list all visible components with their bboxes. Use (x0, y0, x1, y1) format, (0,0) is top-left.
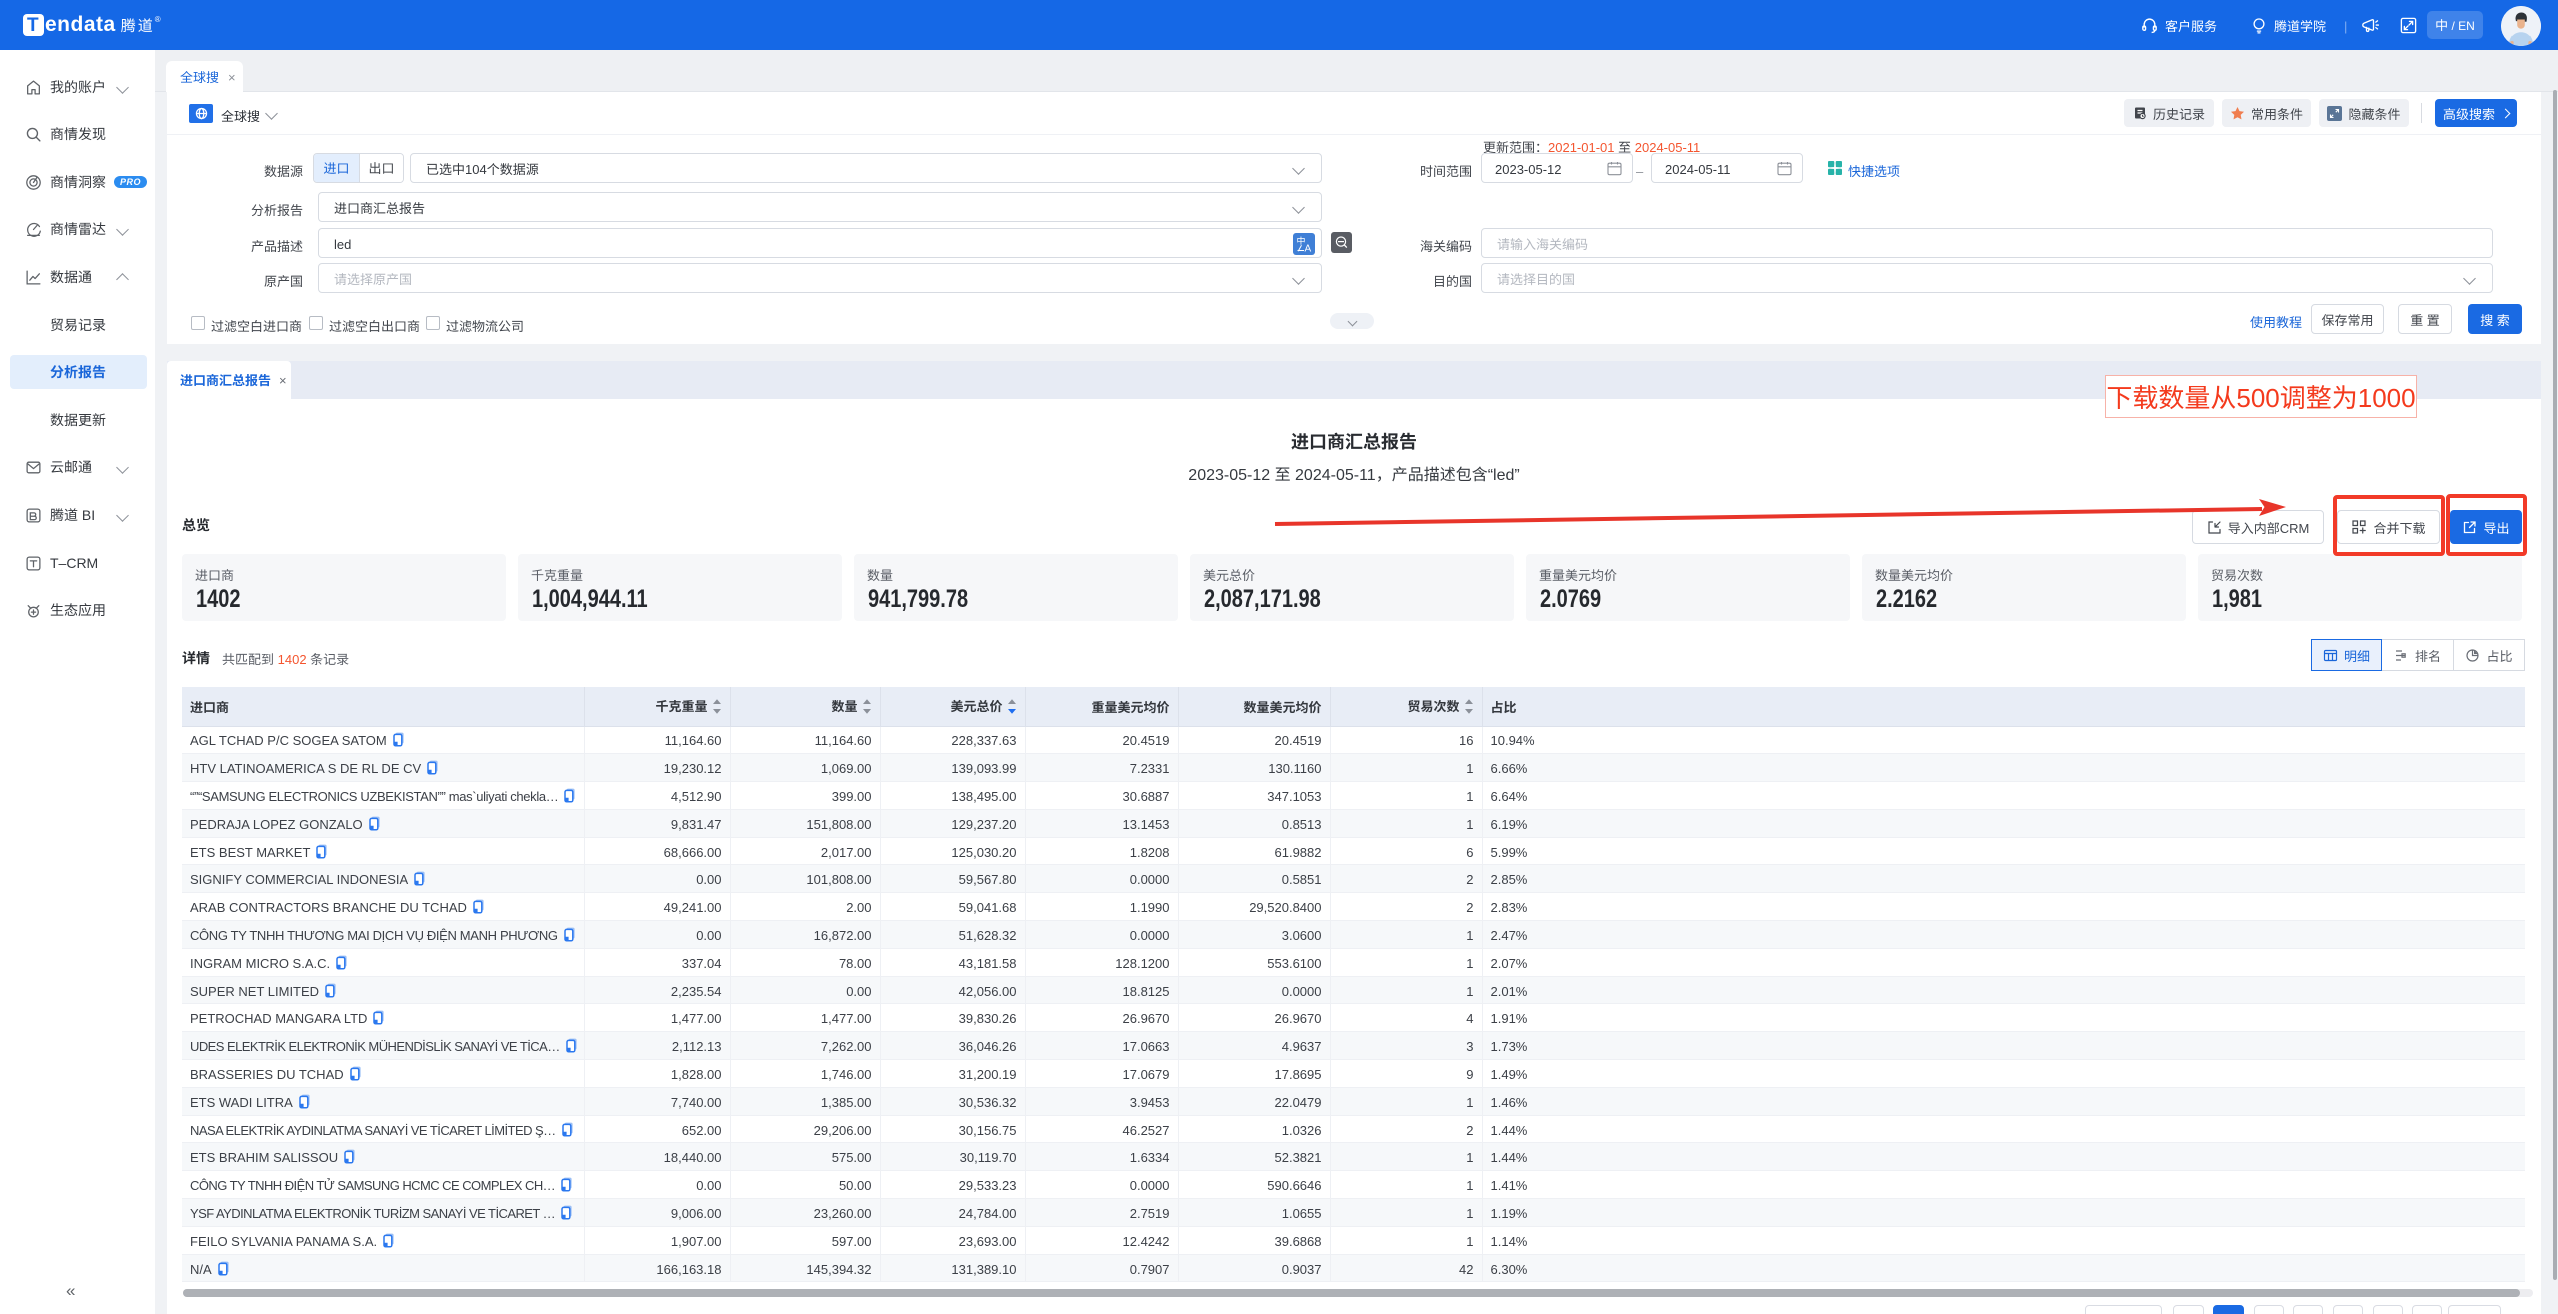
svg-text:A: A (1305, 244, 1312, 255)
